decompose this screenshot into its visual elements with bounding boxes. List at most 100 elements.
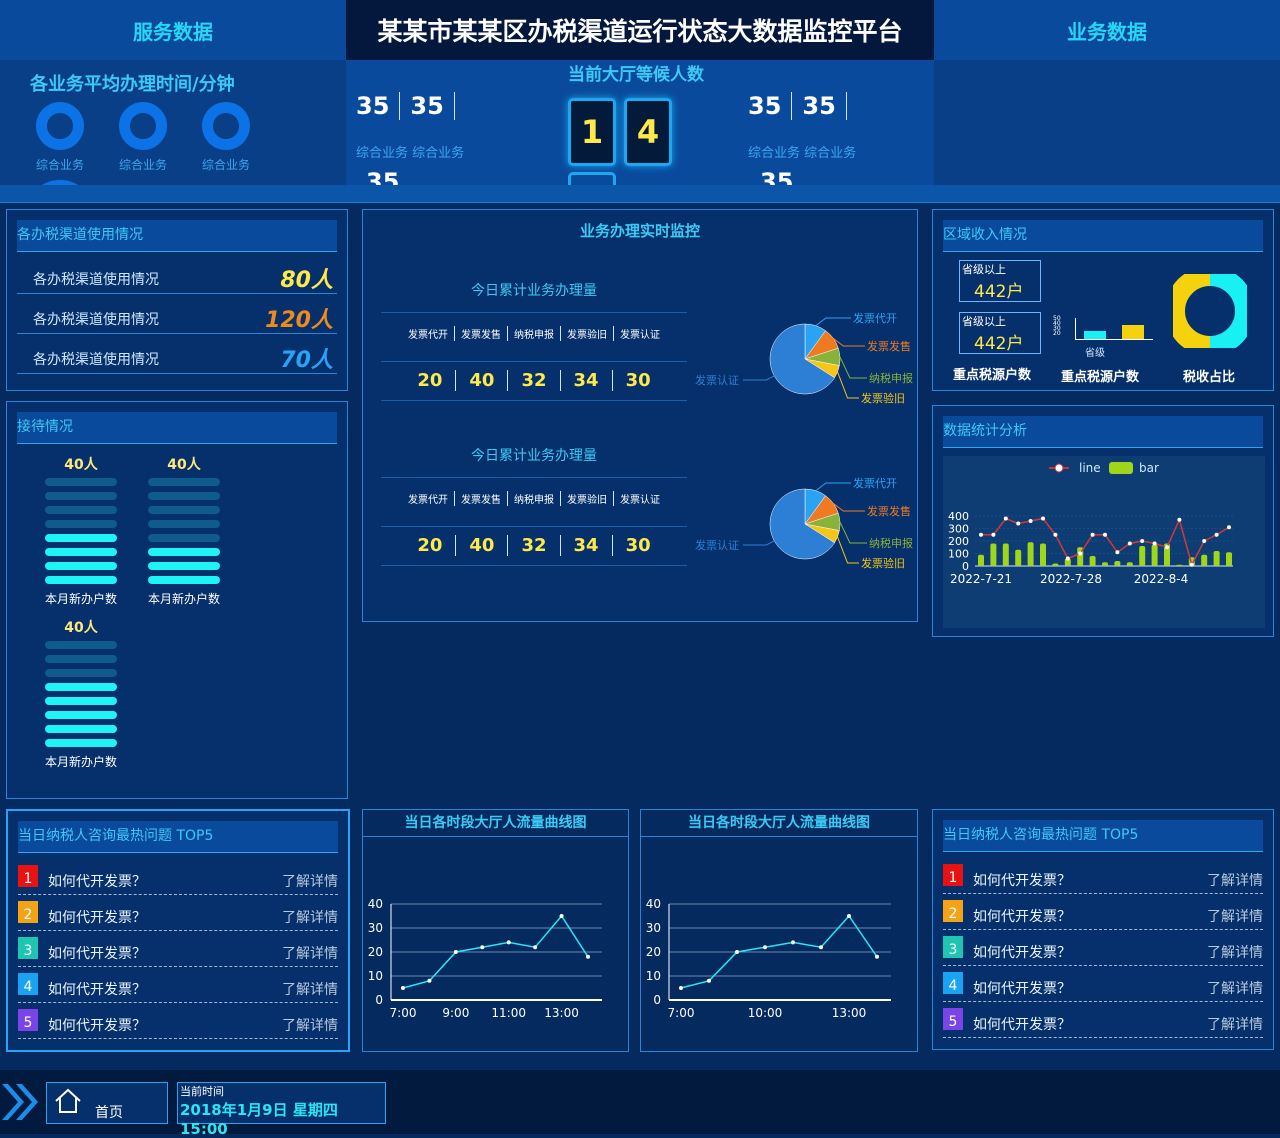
- details-link[interactable]: 了解详情: [282, 871, 338, 891]
- details-link[interactable]: 了解详情: [282, 979, 338, 999]
- top5-row[interactable]: 1 如何代开发票？ 了解详情: [18, 861, 338, 895]
- chart-bg: [943, 456, 1265, 628]
- box-label: 省级以上: [962, 315, 1006, 328]
- top5-row[interactable]: 5 如何代开发票？ 了解详情: [943, 1004, 1263, 1038]
- level-bars: [148, 478, 220, 584]
- channel-value: 80人: [280, 268, 333, 293]
- pie-leader: [815, 317, 851, 327]
- reception-item: 40人 本月新办户数: [45, 617, 117, 770]
- details-link[interactable]: 了解详情: [1207, 978, 1263, 998]
- level-bar: [148, 576, 220, 584]
- line-point: [1103, 532, 1107, 537]
- top5-row[interactable]: 4 如何代开发票？ 了解详情: [18, 969, 338, 1003]
- details-link[interactable]: 了解详情: [282, 1015, 338, 1035]
- level-bar: [45, 697, 117, 705]
- waiting-digit-partial: [568, 172, 616, 185]
- top5-left-panel: 当日纳税人咨询最热问题 TOP5 1 如何代开发票？ 了解详情 2 如何代开发票？ 了解详…: [6, 809, 350, 1052]
- panel-title: 各办税渠道使用情况: [17, 220, 337, 252]
- top5-row[interactable]: 5 如何代开发票？ 了解详情: [18, 1005, 338, 1039]
- rank-badge: 5: [943, 1008, 963, 1030]
- question-text: 如何代开发票？: [973, 873, 1071, 889]
- panel-title: 当日纳税人咨询最热问题 TOP5: [943, 820, 1263, 852]
- monitor-cols: 发票代开 发票发售 纳税申报 发票验旧 发票认证: [381, 326, 687, 341]
- y-tick: 40: [368, 897, 383, 911]
- ring-label: 综合业务: [119, 158, 168, 172]
- divider: [381, 312, 687, 313]
- monitor-value: 40: [456, 370, 509, 391]
- pie-leader: [837, 371, 859, 399]
- waiting-digit: 1: [568, 98, 616, 166]
- line-point: [1053, 532, 1058, 537]
- monitor-block: 今日累计业务办理量 发票代开 发票发售 纳税申报 发票验旧 发票认证 20 40 32 34 30: [381, 278, 687, 403]
- level-bar: [45, 725, 117, 733]
- top5-row[interactable]: 2 如何代开发票？ 了解详情: [18, 897, 338, 931]
- divider: [381, 526, 687, 527]
- bar-mark: [1201, 554, 1208, 566]
- rank-badge: 5: [18, 1009, 38, 1031]
- details-link[interactable]: 了解详情: [1207, 870, 1263, 890]
- bar-mark: [1002, 543, 1009, 566]
- home-button[interactable]: 首页: [46, 1082, 168, 1124]
- bar-mark: [1126, 562, 1133, 566]
- tax-ratio-donut: [1173, 274, 1247, 348]
- waiting-digit: 4: [624, 98, 672, 166]
- monitor-values: 20 40 32 34 30: [381, 370, 687, 391]
- top5-row[interactable]: 3 如何代开发票？ 了解详情: [943, 932, 1263, 966]
- line-point: [1202, 539, 1207, 543]
- top5-right-panel: 当日纳税人咨询最热问题 TOP5 1 如何代开发票？ 了解详情 2 如何代开发票？ 了解详…: [932, 809, 1274, 1050]
- line-point: [1127, 541, 1132, 546]
- top5-row[interactable]: 4 如何代开发票？ 了解详情: [943, 968, 1263, 1002]
- donut-yellow: [1173, 274, 1211, 348]
- mini-xlabel: 省级: [1085, 348, 1105, 359]
- line-point: [1214, 532, 1219, 537]
- details-link[interactable]: 了解详情: [1207, 1014, 1263, 1034]
- bar-mark: [1027, 542, 1034, 566]
- y-tick: 0: [653, 993, 661, 1007]
- page-title: 某某市某某区办税渠道运行状态大数据监控平台: [346, 0, 934, 60]
- question-text: 如何代开发票？: [973, 1017, 1071, 1033]
- channel-row: 各办税渠道使用情况 80人: [17, 260, 337, 294]
- header-business-data[interactable]: 业务数据: [934, 0, 1280, 60]
- top5-row[interactable]: 2 如何代开发票？ 了解详情: [943, 896, 1263, 930]
- x-tick: 13:00: [832, 1006, 867, 1020]
- top5-row[interactable]: 3 如何代开发票？ 了解详情: [18, 933, 338, 967]
- avg-time-title: 各业务平均办理时间/分钟: [30, 74, 235, 95]
- pie-leader: [833, 338, 865, 347]
- legend-label: line: [1079, 461, 1101, 475]
- flow-chart-panel-2: 当日各时段大厅人流量曲线图 0 10 20 30 40 7:00 10:00 13:00: [640, 809, 918, 1052]
- box-value: 442户: [974, 282, 1024, 302]
- line-point: [1140, 539, 1145, 543]
- pie-label: 纳税申报: [869, 371, 913, 385]
- box-value: 442户: [974, 334, 1024, 354]
- question-text: 如何代开发票？: [48, 874, 146, 890]
- key-source-box: 省级以上 442户: [959, 312, 1041, 354]
- details-link[interactable]: 了解详情: [1207, 942, 1263, 962]
- level-bar: [45, 655, 117, 663]
- pie-leader: [839, 521, 867, 544]
- ring-label: 综合业务: [202, 158, 251, 172]
- details-link[interactable]: 了解详情: [282, 907, 338, 927]
- rank-badge: 4: [18, 973, 38, 995]
- flow-point: [707, 978, 711, 983]
- rank-badge: 4: [943, 972, 963, 994]
- flow-chart-2: 0 10 20 30 40 7:00 10:00 13:00: [646, 897, 891, 1020]
- question-text: 如何代开发票？: [48, 1018, 146, 1034]
- current-time-box: 当前时间 2018年1月9日 星期四 15:00: [177, 1082, 386, 1138]
- key-source-box: 省级以上 442户: [959, 260, 1041, 302]
- top5-row[interactable]: 1 如何代开发票？ 了解详情: [943, 860, 1263, 894]
- chevron-right-icon[interactable]: [0, 1080, 42, 1124]
- business-pie: 发票代开发票发售纳税申报发票验旧 发票认证: [695, 477, 913, 570]
- header-right-label: 业务数据: [1067, 19, 1147, 44]
- donut-cyan: [1209, 274, 1247, 348]
- level-bar: [45, 669, 117, 677]
- header-service-data[interactable]: 服务数据: [0, 0, 346, 60]
- flow-point: [559, 914, 564, 918]
- details-link[interactable]: 了解详情: [1207, 906, 1263, 926]
- counter-value: 35: [802, 92, 836, 120]
- pie-label: 发票发售: [867, 339, 911, 353]
- y-tick: 10: [368, 969, 383, 983]
- question-text: 如何代开发票？: [48, 910, 146, 926]
- level-bar: [45, 492, 117, 500]
- pie-leader: [743, 375, 775, 381]
- details-link[interactable]: 了解详情: [282, 943, 338, 963]
